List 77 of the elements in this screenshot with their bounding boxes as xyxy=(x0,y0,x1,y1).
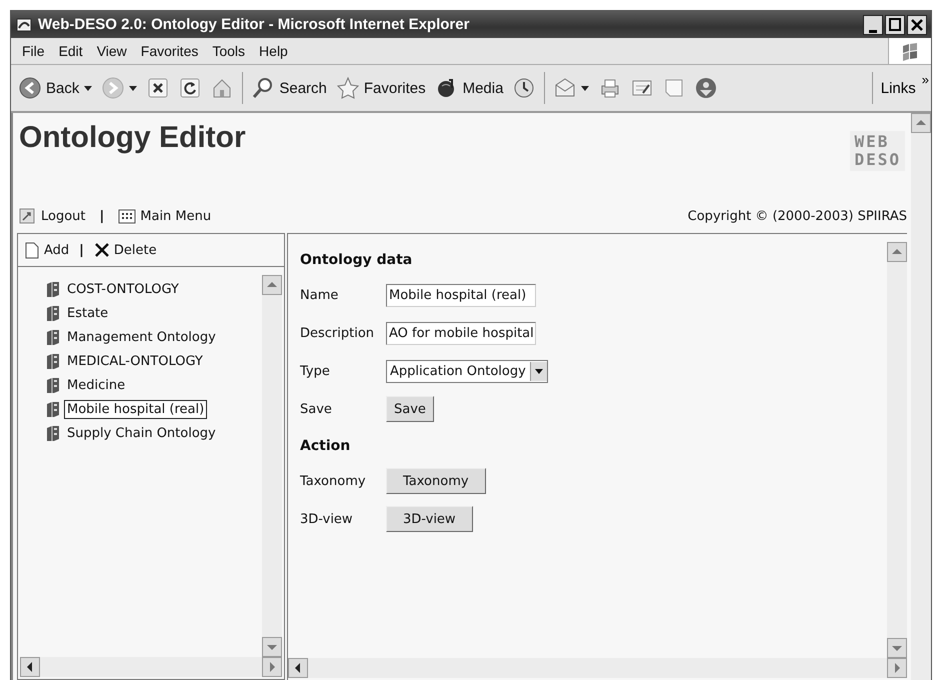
input-field[interactable]: AO for mobile hospital xyxy=(386,322,536,344)
add-button[interactable]: Add xyxy=(24,242,70,258)
tree-item[interactable]: Mobile hospital (real) xyxy=(64,400,208,418)
field-label: Save xyxy=(300,402,332,416)
menu-link[interactable]: Main Menu xyxy=(118,208,212,224)
scroll-down-button[interactable] xyxy=(887,638,907,658)
database-icon xyxy=(46,280,60,298)
stop-icon xyxy=(147,77,170,99)
separator: | xyxy=(79,242,84,258)
field-label: Type xyxy=(300,364,330,378)
menu-item[interactable]: Favorites xyxy=(134,41,206,61)
section-heading: Action xyxy=(300,438,352,454)
print-icon xyxy=(599,77,622,99)
flag-logo-icon xyxy=(901,42,919,60)
type-dropdown[interactable]: Application Ontology xyxy=(386,360,548,382)
tree-item[interactable]: COST-ONTOLOGY xyxy=(64,280,182,298)
action-button[interactable]: Taxonomy xyxy=(386,468,486,494)
database-icon xyxy=(46,304,60,322)
database-icon xyxy=(46,328,60,346)
delete-button[interactable]: Delete xyxy=(94,242,157,258)
scroll-down-button[interactable] xyxy=(262,637,282,657)
scroll-left-button[interactable] xyxy=(288,658,308,678)
tree-item[interactable]: Medicine xyxy=(64,376,128,394)
database-icon xyxy=(46,400,60,418)
menu-item[interactable]: View xyxy=(90,41,134,61)
history-icon xyxy=(513,77,536,99)
favorites-button[interactable]: Favorites xyxy=(332,74,430,102)
scroll-right-button[interactable] xyxy=(262,657,282,677)
input-field[interactable]: Mobile hospital (real) xyxy=(386,284,536,306)
scroll-up-button[interactable] xyxy=(262,275,282,295)
tree-item[interactable]: Management Ontology xyxy=(64,328,219,346)
field-label: Name xyxy=(300,288,338,302)
window-title: Web-DESO 2.0: Ontology Editor - Microsoft Internet Explorer xyxy=(38,16,470,33)
minimize-icon[interactable] xyxy=(863,14,883,34)
database-icon xyxy=(46,424,60,442)
separator: | xyxy=(100,208,104,224)
grid-icon xyxy=(118,208,136,224)
logout-link[interactable]: Logout xyxy=(19,208,86,224)
key-icon xyxy=(19,208,37,224)
tree-item[interactable]: Supply Chain Ontology xyxy=(64,424,219,442)
scroll-up-button[interactable] xyxy=(911,113,931,133)
section-heading: Ontology data xyxy=(300,252,414,268)
close-icon[interactable] xyxy=(907,14,927,34)
scroll-left-button[interactable] xyxy=(20,657,40,677)
media-button[interactable]: Media xyxy=(432,74,508,102)
logo: WEB DESO xyxy=(850,131,905,171)
tree-item[interactable]: MEDICAL-ONTOLOGY xyxy=(64,352,206,370)
field-label: 3D-view xyxy=(300,512,353,526)
scroll-up-button[interactable] xyxy=(887,242,907,262)
links-button[interactable]: Links xyxy=(880,80,916,96)
database-icon xyxy=(46,376,60,394)
back-button[interactable]: Back xyxy=(15,74,96,102)
maximize-icon[interactable] xyxy=(885,14,905,34)
menu-item[interactable]: Tools xyxy=(205,41,252,61)
menu-item[interactable]: Help xyxy=(252,41,295,61)
menu-item[interactable]: Edit xyxy=(52,41,90,61)
home-icon xyxy=(211,77,234,99)
menu-item[interactable]: File xyxy=(15,41,52,61)
tree-item[interactable]: Estate xyxy=(64,304,112,322)
star-icon xyxy=(336,77,359,99)
page-icon xyxy=(24,242,40,258)
action-button[interactable]: Save xyxy=(386,396,434,422)
database-icon xyxy=(46,352,60,370)
field-label: Description xyxy=(300,326,374,340)
field-label: Taxonomy xyxy=(300,474,366,488)
action-button[interactable]: 3D-view xyxy=(386,506,473,532)
browser-page-icon xyxy=(15,16,33,34)
search-button[interactable]: Search xyxy=(248,74,331,102)
page-icon xyxy=(663,77,686,99)
copyright-text: Copyright © (2000-2003) SPIIRAS xyxy=(688,208,907,224)
search-icon xyxy=(252,77,274,99)
more-chevron[interactable]: » xyxy=(922,72,929,87)
scroll-right-button[interactable] xyxy=(887,658,907,678)
page-heading: Ontology Editor xyxy=(19,121,246,155)
delete-icon xyxy=(94,242,110,258)
mail-icon xyxy=(554,77,576,99)
refresh-icon xyxy=(179,77,202,99)
